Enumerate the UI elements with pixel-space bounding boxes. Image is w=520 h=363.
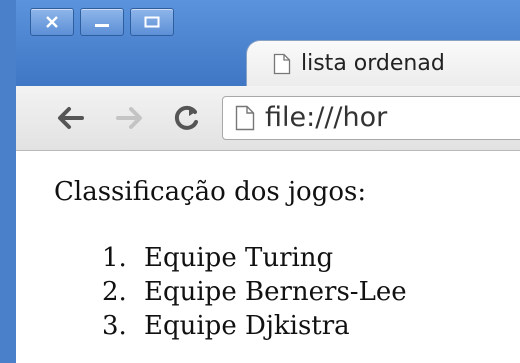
- toolbar: file:///hor: [16, 86, 520, 151]
- page-icon: [235, 105, 255, 135]
- list-item: 1. Equipe Turing: [102, 241, 407, 275]
- arrow-left-icon: [58, 107, 84, 129]
- close-button[interactable]: [30, 8, 74, 36]
- page-heading: Classificação dos jogos:: [54, 177, 367, 207]
- back-button[interactable]: [52, 100, 88, 136]
- arrow-right-icon: [116, 107, 142, 129]
- page-icon: [273, 53, 291, 79]
- minimize-button[interactable]: [80, 8, 124, 36]
- forward-button[interactable]: [112, 100, 148, 136]
- reload-button[interactable]: [168, 100, 204, 136]
- tab-title: lista ordenad: [301, 51, 445, 76]
- minimize-icon: [95, 24, 109, 27]
- page-content: Classificação dos jogos: 1. Equipe Turing…: [16, 151, 520, 363]
- list-item-number: 2.: [102, 277, 127, 307]
- browser-tab[interactable]: lista ordenad: [246, 40, 520, 86]
- list-item-number: 1.: [102, 243, 127, 273]
- list-item-label: Equipe Berners-Lee: [144, 277, 407, 307]
- address-bar[interactable]: file:///hor: [222, 96, 520, 140]
- browser-window: lista ordenad file:///hor Classificação …: [0, 0, 520, 363]
- list-item-label: Equipe Djkistra: [144, 311, 350, 341]
- ranking-list: 1. Equipe Turing 2. Equipe Berners-Lee 3. E…: [102, 241, 407, 343]
- close-icon: [46, 16, 58, 28]
- url-text: file:///hor: [265, 102, 388, 133]
- maximize-icon: [144, 16, 160, 28]
- window-controls: [30, 8, 180, 36]
- maximize-button[interactable]: [130, 8, 174, 36]
- list-item: 2. Equipe Berners-Lee: [102, 275, 407, 309]
- reload-icon: [174, 105, 198, 130]
- list-item-label: Equipe Turing: [144, 243, 334, 273]
- list-item-number: 3.: [102, 311, 127, 341]
- list-item: 3. Equipe Djkistra: [102, 309, 407, 343]
